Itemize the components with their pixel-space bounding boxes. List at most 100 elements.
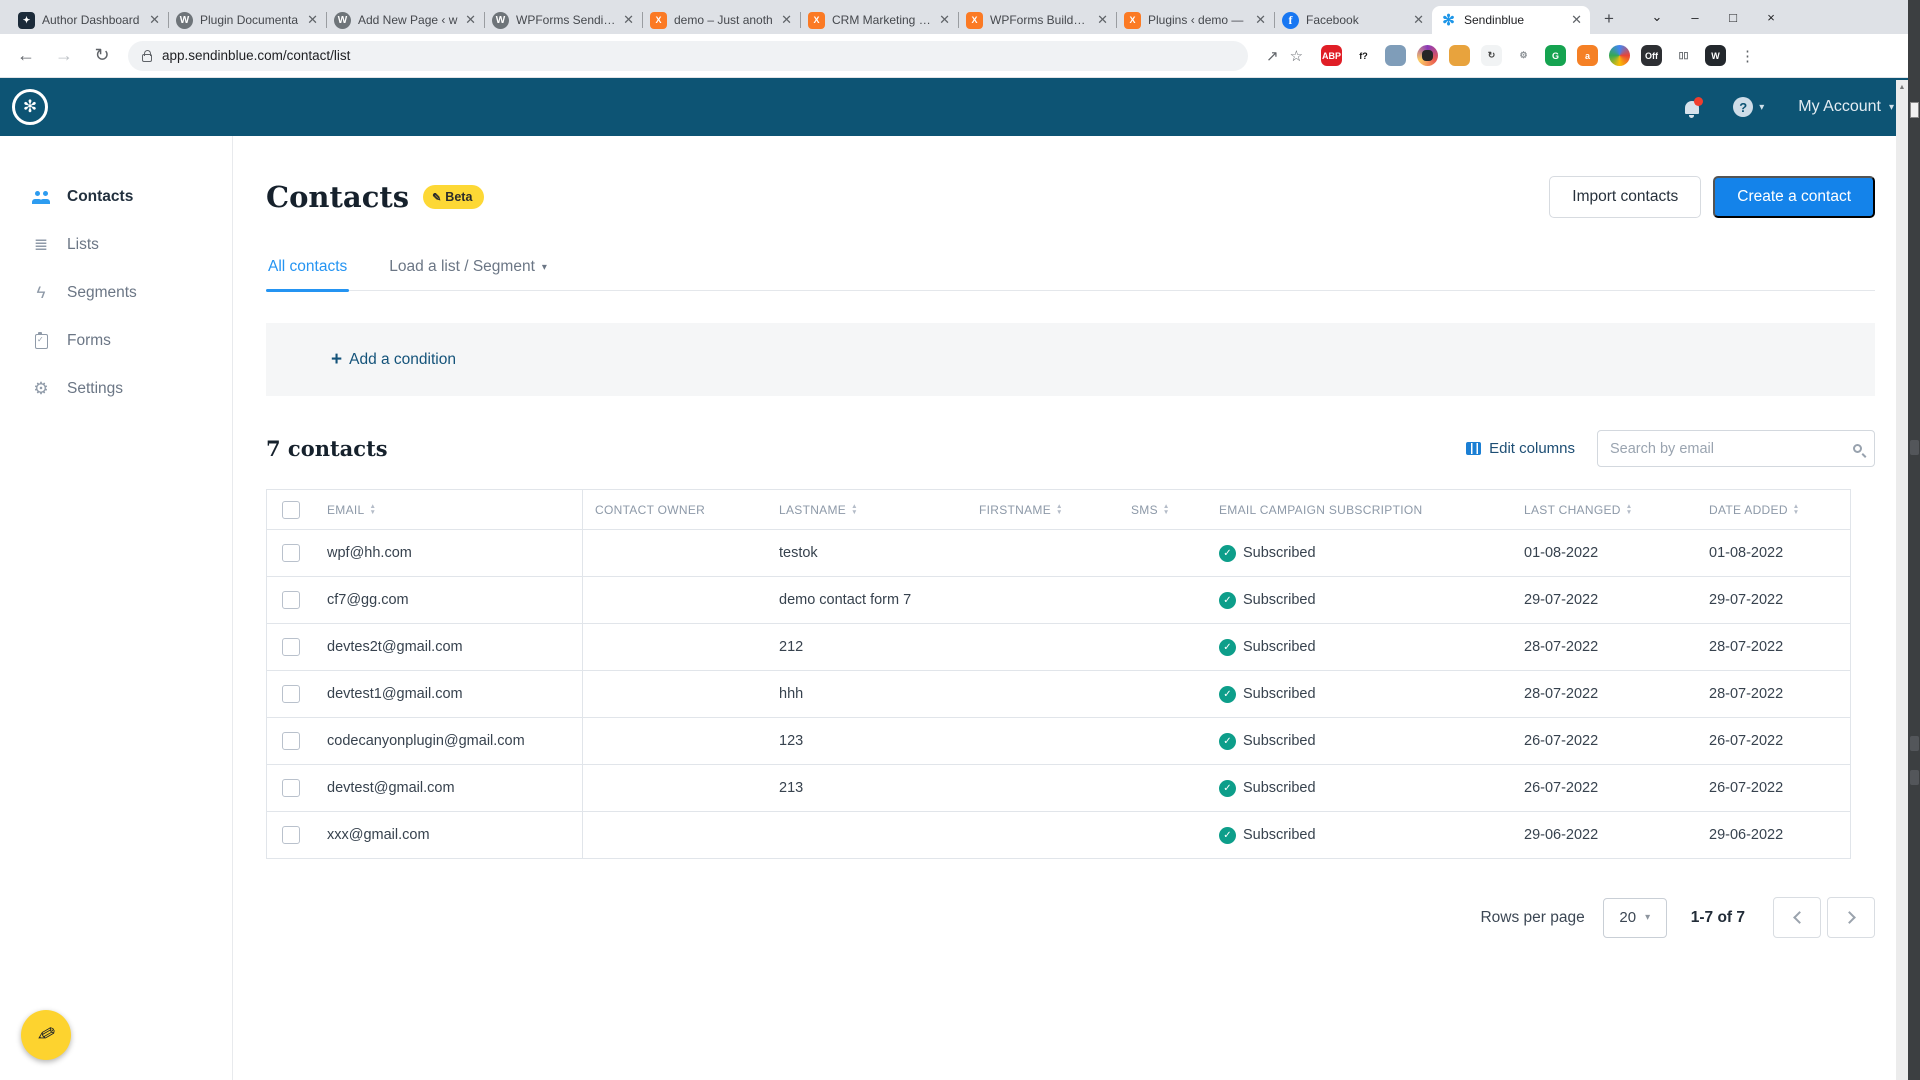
table-body: wpf@hh.com testok Subscribed 01-08-2022 … — [267, 530, 1850, 859]
browser-menu-icon[interactable]: ⋮ — [1740, 47, 1755, 65]
sort-icon[interactable] — [1056, 504, 1063, 516]
tab-close-icon[interactable]: ✕ — [149, 12, 160, 28]
help-menu[interactable]: ? ▾ — [1733, 97, 1764, 117]
contacts-count: 7 contacts — [266, 436, 388, 461]
minimize-icon[interactable]: – — [1676, 10, 1714, 25]
scroll-up-arrow-icon[interactable]: ▲ — [1896, 80, 1908, 94]
colorball-icon[interactable] — [1609, 45, 1630, 66]
view-tab[interactable]: Load a list / Segment ▾ — [387, 248, 549, 290]
main-content: Contacts ✎ Beta Import contacts Create a… — [233, 136, 1920, 1080]
notifications-bell-icon[interactable] — [1685, 101, 1699, 114]
tab-close-icon[interactable]: ✕ — [623, 12, 634, 28]
chevron-down-icon: ▾ — [1645, 912, 1650, 923]
tab-close-icon[interactable]: ✕ — [1571, 12, 1582, 28]
row-checkbox[interactable] — [282, 826, 300, 844]
row-checkbox[interactable] — [282, 638, 300, 656]
cookie-icon[interactable] — [1449, 45, 1470, 66]
view-tab[interactable]: All contacts ▾ — [266, 248, 349, 290]
browser-tab[interactable]: Facebook ✕ — [1274, 6, 1432, 34]
sort-icon[interactable] — [1163, 504, 1170, 516]
column-header[interactable]: DATE ADDED — [1697, 503, 1850, 517]
column-header[interactable]: LASTNAME — [767, 503, 967, 517]
wordpress-avatar-icon[interactable]: W — [1705, 45, 1726, 66]
tab-title: Plugins ‹ demo — — [1148, 13, 1248, 27]
browser-tab[interactable]: Sendinblue ✕ — [1432, 6, 1590, 34]
browser-tab[interactable]: Author Dashboard ✕ — [10, 6, 168, 34]
split-window-icon[interactable]: ▯▯ — [1673, 45, 1694, 66]
gear-ext-icon[interactable]: ⚙ — [1513, 45, 1534, 66]
next-page-button[interactable] — [1827, 897, 1875, 938]
window-menu-icon[interactable]: ⌄ — [1638, 9, 1676, 25]
browser-tab[interactable]: WPForms Sendinb ✕ — [484, 6, 642, 34]
column-header[interactable]: FIRSTNAME — [967, 503, 1119, 517]
sidebar-item[interactable]: Forms — [0, 317, 232, 365]
green-ext-icon[interactable]: G — [1545, 45, 1566, 66]
rows-per-page-select[interactable]: 20 ▾ — [1603, 898, 1667, 938]
adblock-plus-icon[interactable]: ABP — [1321, 45, 1342, 66]
tab-close-icon[interactable]: ✕ — [1413, 12, 1424, 28]
bookmark-star-icon[interactable]: ☆ — [1290, 47, 1303, 65]
back-icon[interactable]: ← — [14, 45, 38, 66]
browser-tab[interactable]: Plugins ‹ demo — ✕ — [1116, 6, 1274, 34]
column-header[interactable]: LAST CHANGED — [1512, 503, 1697, 517]
row-checkbox[interactable] — [282, 685, 300, 703]
off-badge-icon[interactable]: Off — [1641, 45, 1662, 66]
subscribed-check-icon — [1219, 545, 1236, 562]
close-icon[interactable]: × — [1752, 10, 1790, 25]
sidebar-item[interactable]: ⚙ Settings — [0, 365, 232, 413]
browser-tab[interactable]: Plugin Documenta ✕ — [168, 6, 326, 34]
browser-tab[interactable]: demo – Just anoth ✕ — [642, 6, 800, 34]
row-checkbox-cell — [267, 638, 315, 656]
tab-close-icon[interactable]: ✕ — [939, 12, 950, 28]
row-checkbox[interactable] — [282, 591, 300, 609]
sort-icon[interactable] — [370, 504, 377, 516]
sort-icon[interactable] — [1626, 504, 1633, 516]
create-contact-button[interactable]: Create a contact — [1713, 176, 1875, 218]
select-all-checkbox[interactable] — [282, 501, 300, 519]
orange-ext-icon[interactable]: a — [1577, 45, 1598, 66]
tab-close-icon[interactable]: ✕ — [1255, 12, 1266, 28]
history-icon[interactable]: ↻ — [1481, 45, 1502, 66]
edit-columns-button[interactable]: Edit columns — [1466, 440, 1575, 457]
page-scrollbar[interactable]: ▲ — [1896, 80, 1908, 1080]
browser-tab[interactable]: Add New Page ‹ w ✕ — [326, 6, 484, 34]
sort-icon[interactable] — [851, 504, 858, 516]
tab-close-icon[interactable]: ✕ — [465, 12, 476, 28]
moon-icon[interactable] — [1385, 45, 1406, 66]
sort-icon[interactable] — [1793, 504, 1800, 516]
column-header[interactable]: SMS — [1119, 503, 1207, 517]
browser-tab[interactable]: WPForms Builder ‹ ✕ — [958, 6, 1116, 34]
beta-badge: ✎ Beta — [423, 185, 484, 209]
column-header[interactable]: EMAIL CAMPAIGN SUBSCRIPTION — [1207, 503, 1512, 517]
add-condition-button[interactable]: + Add a condition — [331, 349, 456, 371]
my-account-menu[interactable]: My Account ▾ — [1798, 98, 1894, 116]
tab-close-icon[interactable]: ✕ — [307, 12, 318, 28]
instagram-icon[interactable] — [1417, 45, 1438, 66]
sidebar-item[interactable]: ≣ Lists — [0, 221, 232, 269]
tab-close-icon[interactable]: ✕ — [781, 12, 792, 28]
column-header[interactable]: EMAIL — [315, 490, 583, 529]
help-icon[interactable]: ? — [1733, 97, 1753, 117]
share-icon[interactable]: ↗ — [1266, 47, 1279, 65]
sidebar-item[interactable]: ϟ Segments — [0, 269, 232, 317]
row-checkbox[interactable] — [282, 779, 300, 797]
sidebar-item[interactable]: Contacts — [0, 173, 232, 221]
search-box[interactable] — [1597, 430, 1875, 467]
row-checkbox[interactable] — [282, 732, 300, 750]
row-checkbox[interactable] — [282, 544, 300, 562]
maximize-icon[interactable]: □ — [1714, 10, 1752, 25]
import-contacts-button[interactable]: Import contacts — [1549, 176, 1701, 218]
search-input[interactable] — [1610, 441, 1845, 457]
cell-date-added: 28-07-2022 — [1697, 686, 1850, 702]
address-bar[interactable]: app.sendinblue.com/contact/list — [128, 41, 1248, 71]
fq-icon[interactable]: f? — [1353, 45, 1374, 66]
browser-tab[interactable]: CRM Marketing ‹ d ✕ — [800, 6, 958, 34]
compose-fab-button[interactable]: ✎ — [21, 1010, 71, 1060]
reload-icon[interactable]: ↻ — [90, 45, 114, 66]
tab-close-icon[interactable]: ✕ — [1097, 12, 1108, 28]
column-header[interactable]: CONTACT OWNER — [583, 503, 767, 517]
page-url[interactable]: app.sendinblue.com/contact/list — [162, 48, 350, 63]
sendinblue-logo-icon[interactable] — [12, 89, 48, 125]
new-tab-button[interactable]: + — [1596, 6, 1622, 32]
previous-page-button[interactable] — [1773, 897, 1821, 938]
